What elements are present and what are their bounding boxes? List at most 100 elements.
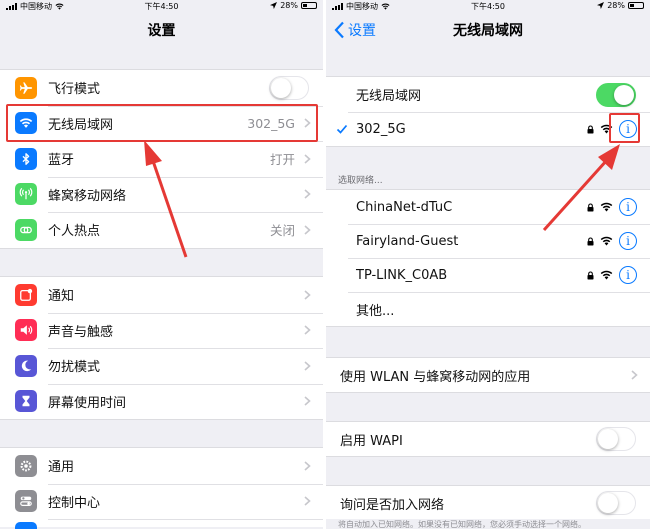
settings-row-label: 无线局域网: [48, 117, 114, 133]
display-icon: [15, 522, 37, 529]
wlan-toggle-group: 无线局域网 302_5G i: [326, 76, 650, 147]
lock-icon: [587, 236, 594, 246]
ask-join-group: 询问是否加入网络: [326, 485, 650, 521]
page-title: 设置: [147, 23, 176, 39]
checkmark-icon: [336, 124, 348, 134]
settings-panel: 中国移动 下午4:50 28% 设置 飞行模式 无线局域网 302_5G 蓝牙 …: [0, 0, 323, 529]
wifi-signal-icon: [600, 124, 613, 134]
lock-icon: [587, 124, 594, 134]
bluetooth-icon: [15, 147, 37, 170]
wifi-signal-icon: [600, 270, 613, 280]
back-button[interactable]: 设置: [334, 20, 376, 40]
wapi-group: 启用 WAPI: [326, 421, 650, 457]
info-icon[interactable]: i: [619, 198, 637, 216]
apps-using-wlan-group: 使用 WLAN 与蜂窝移动网的应用: [326, 357, 650, 393]
settings-row-label: 蜂窝移动网络: [48, 188, 127, 204]
chevron-right-icon: [631, 370, 638, 380]
wlan-toggle[interactable]: [596, 82, 636, 107]
apps-using-wlan-row[interactable]: 使用 WLAN 与蜂窝移动网的应用: [326, 358, 650, 392]
wifi-signal-icon: [600, 236, 613, 246]
chevron-right-icon: [304, 290, 311, 300]
ask-join-row: 询问是否加入网络: [326, 486, 650, 520]
settings-row-screen-time[interactable]: 屏幕使用时间: [0, 383, 323, 420]
network-name: ChinaNet-dTuC: [356, 199, 453, 215]
settings-row-control-center[interactable]: 控制中心: [0, 483, 323, 520]
settings-row-wlan[interactable]: 无线局域网 302_5G: [0, 105, 323, 142]
hotspot-status: 关闭: [269, 223, 295, 239]
bluetooth-status: 打开: [269, 152, 295, 168]
settings-row-do-not-disturb[interactable]: 勿扰模式: [0, 348, 323, 384]
status-bar: 中国移动 下午4:50 28%: [326, 0, 650, 12]
chevron-right-icon: [304, 325, 311, 335]
settings-row-cellular[interactable]: 蜂窝移动网络: [0, 176, 323, 213]
network-row[interactable]: Fairyland-Guest i: [326, 224, 650, 258]
nav-bar: 设置: [0, 12, 323, 48]
wlan-toggle-label: 无线局域网: [356, 89, 422, 104]
network-list: ChinaNet-dTuC i Fairyland-Guest i TP-LIN…: [326, 189, 650, 327]
settings-row-label: 声音与触感: [48, 324, 114, 340]
hourglass-icon: [15, 390, 37, 413]
info-icon[interactable]: i: [619, 120, 637, 138]
info-icon[interactable]: i: [619, 232, 637, 250]
battery-icon: [628, 2, 644, 9]
battery-percent: 28%: [607, 1, 625, 10]
lock-icon: [587, 270, 594, 280]
wapi-label: 启用 WAPI: [340, 433, 403, 449]
wapi-toggle[interactable]: [596, 427, 636, 451]
airplane-mode-toggle[interactable]: [269, 75, 309, 100]
screenshot: 中国移动 下午4:50 28% 设置 飞行模式 无线局域网 302_5G 蓝牙 …: [0, 0, 650, 529]
settings-row-label: 屏幕使用时间: [48, 395, 127, 411]
settings-row-label: 通知: [48, 289, 75, 305]
settings-row-label: 个人热点: [48, 224, 101, 240]
settings-row-airplane-mode[interactable]: 飞行模式: [0, 70, 323, 106]
settings-row-partial: [0, 519, 323, 529]
cellular-icon: [15, 183, 37, 206]
chevron-right-icon: [304, 154, 311, 164]
network-row[interactable]: TP-LINK_C0AB i: [326, 258, 650, 292]
settings-row-sounds[interactable]: 声音与触感: [0, 312, 323, 349]
wlan-panel: 中国移动 下午4:50 28% 设置 无线局域网 无线局域网 302_5G i …: [326, 0, 650, 529]
settings-row-hotspot[interactable]: 个人热点 关闭: [0, 212, 323, 248]
wlan-current-network: 302_5G: [247, 115, 295, 131]
settings-row-general[interactable]: 通用: [0, 448, 323, 484]
settings-row-label: 蓝牙: [48, 153, 75, 169]
battery-percent: 28%: [280, 1, 298, 10]
wifi-signal-icon: [600, 202, 613, 212]
settings-row-bluetooth[interactable]: 蓝牙 打开: [0, 141, 323, 177]
control-center-icon: [15, 490, 37, 513]
moon-icon: [15, 354, 37, 377]
chevron-left-icon: [334, 21, 344, 39]
other-network-label: 其他...: [356, 303, 395, 319]
other-network-row[interactable]: 其他...: [326, 292, 650, 326]
location-icon: [270, 2, 278, 9]
network-name: TP-LINK_C0AB: [356, 267, 448, 283]
ask-join-toggle[interactable]: [596, 491, 636, 515]
back-label: 设置: [348, 23, 376, 39]
chevron-right-icon: [304, 361, 311, 371]
apps-using-wlan-label: 使用 WLAN 与蜂窝移动网的应用: [340, 369, 531, 385]
network-row[interactable]: ChinaNet-dTuC i: [326, 190, 650, 224]
notifications-icon: [15, 283, 37, 306]
connected-network-row[interactable]: 302_5G i: [326, 112, 650, 146]
chevron-right-icon: [304, 461, 311, 471]
nav-bar: 设置 无线局域网: [326, 12, 650, 48]
chevron-right-icon: [304, 225, 311, 235]
ask-join-label: 询问是否加入网络: [340, 497, 445, 513]
settings-group-notifications: 通知 声音与触感 勿扰模式 屏幕使用时间: [0, 276, 323, 420]
chevron-right-icon: [304, 496, 311, 506]
chevron-right-icon: [304, 396, 311, 406]
choose-network-caption: 选取网络...: [338, 176, 383, 186]
airplane-icon: [15, 76, 37, 99]
lock-icon: [587, 202, 594, 212]
settings-row-label: 飞行模式: [48, 82, 101, 98]
info-icon[interactable]: i: [619, 266, 637, 284]
page-title: 无线局域网: [453, 23, 523, 39]
settings-row-notifications[interactable]: 通知: [0, 277, 323, 313]
chevron-right-icon: [304, 189, 311, 199]
location-icon: [597, 2, 605, 9]
battery-icon: [301, 2, 317, 9]
gear-icon: [15, 454, 37, 477]
ask-join-footer: 将自动加入已知网络。如果没有已知网络，您必须手动选择一个网络。: [326, 519, 650, 529]
network-name: Fairyland-Guest: [356, 233, 459, 249]
settings-group-general: 通用 控制中心: [0, 447, 323, 529]
